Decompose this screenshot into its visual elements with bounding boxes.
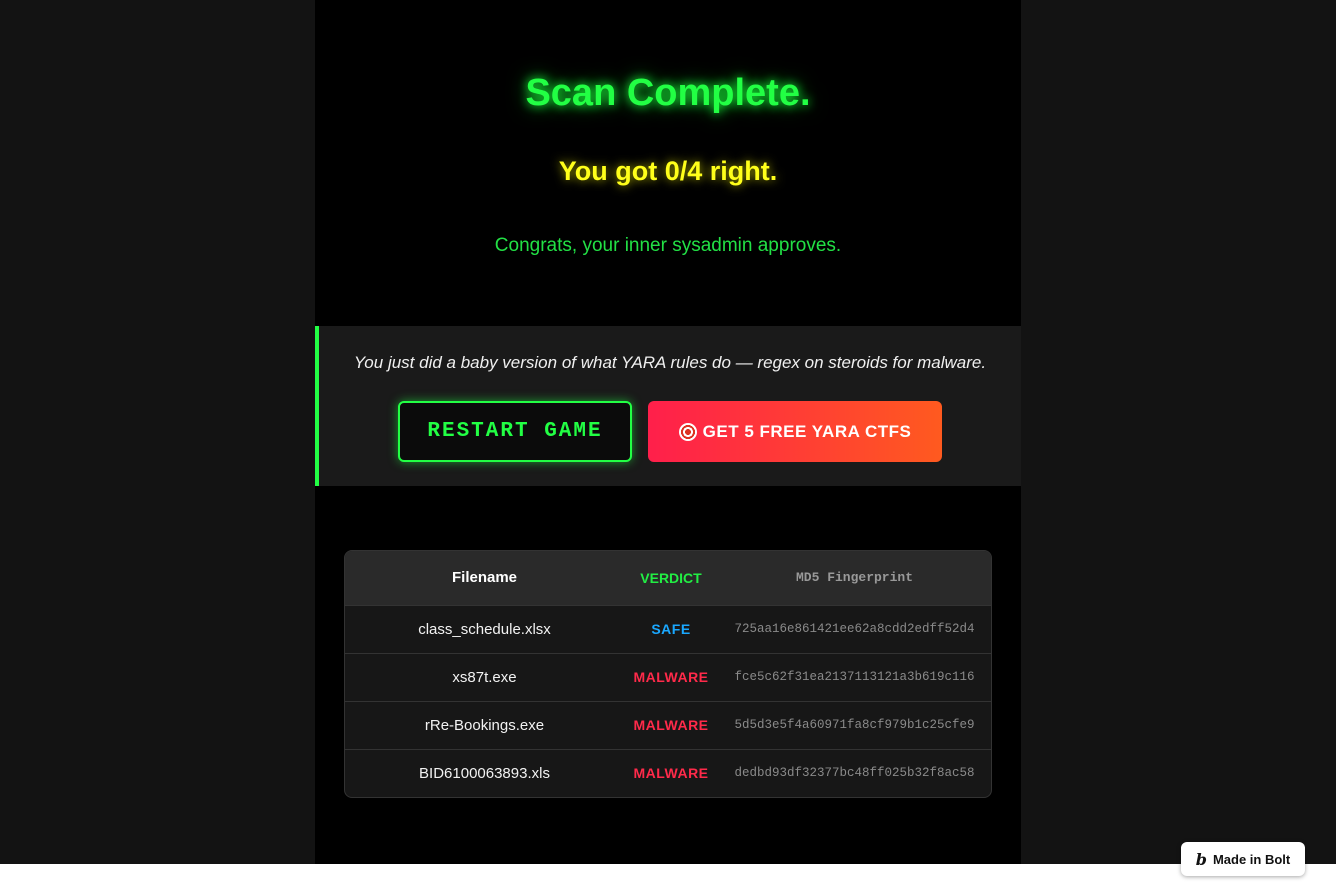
md5-cell: fce5c62f31ea2137113121a3b619c116	[734, 670, 975, 684]
bolt-icon: b	[1195, 849, 1207, 869]
get-free-ctfs-button[interactable]: GET 5 FREE YARA CTFS	[648, 401, 942, 462]
md5-cell: dedbd93df32377bc48ff025b32f8ac58	[734, 766, 975, 781]
table-row: BID6100063893.xls MALWARE dedbd93df32377…	[345, 749, 991, 797]
info-panel: You just did a baby version of what YARA…	[315, 326, 1021, 486]
header-md5: MD5 Fingerprint	[795, 570, 914, 586]
header-verdict: VERDICT	[640, 569, 702, 586]
table-row: xs87t.exe MALWARE fce5c62f31ea2137113121…	[345, 653, 991, 701]
filename-cell: class_schedule.xlsx	[418, 620, 551, 638]
verdict-cell: MALWARE	[633, 669, 709, 685]
header-filename: Filename	[451, 569, 518, 587]
filename-cell: rRe-Bookings.exe	[424, 716, 545, 734]
table-row: class_schedule.xlsx SAFE 725aa16e861421e…	[345, 605, 991, 653]
bottom-strip	[0, 864, 1336, 896]
result-message: Congrats, your inner sysadmin approves.	[494, 235, 842, 256]
verdict-cell: SAFE	[651, 621, 691, 637]
ctf-button-label: GET 5 FREE YARA CTFS	[702, 421, 912, 441]
score-text: You got 0/4 right.	[558, 156, 778, 186]
target-icon	[678, 422, 697, 441]
badge-label: Made in Bolt	[1212, 851, 1291, 867]
restart-game-button[interactable]: RESTART GAME	[398, 401, 632, 462]
results-table: Filename VERDICT MD5 Fingerprint class_s…	[344, 550, 992, 798]
filename-cell: xs87t.exe	[452, 668, 517, 686]
made-in-bolt-badge[interactable]: b Made in Bolt	[1181, 842, 1305, 876]
filename-cell: BID6100063893.xls	[419, 764, 550, 782]
md5-cell: 725aa16e861421ee62a8cdd2edff52d4	[734, 622, 975, 636]
verdict-cell: MALWARE	[633, 765, 709, 782]
main-column: Scan Complete. You got 0/4 right. Congra…	[315, 0, 1021, 864]
page-title: Scan Complete.	[525, 72, 811, 114]
md5-cell: 5d5d3e5f4a60971fa8cf979b1c25cfe9	[734, 718, 975, 732]
panel-text: You just did a baby version of what YARA…	[353, 353, 987, 372]
verdict-cell: MALWARE	[633, 717, 709, 733]
table-row: rRe-Bookings.exe MALWARE 5d5d3e5f4a60971…	[345, 701, 991, 749]
table-header-row: Filename VERDICT MD5 Fingerprint	[345, 551, 991, 605]
